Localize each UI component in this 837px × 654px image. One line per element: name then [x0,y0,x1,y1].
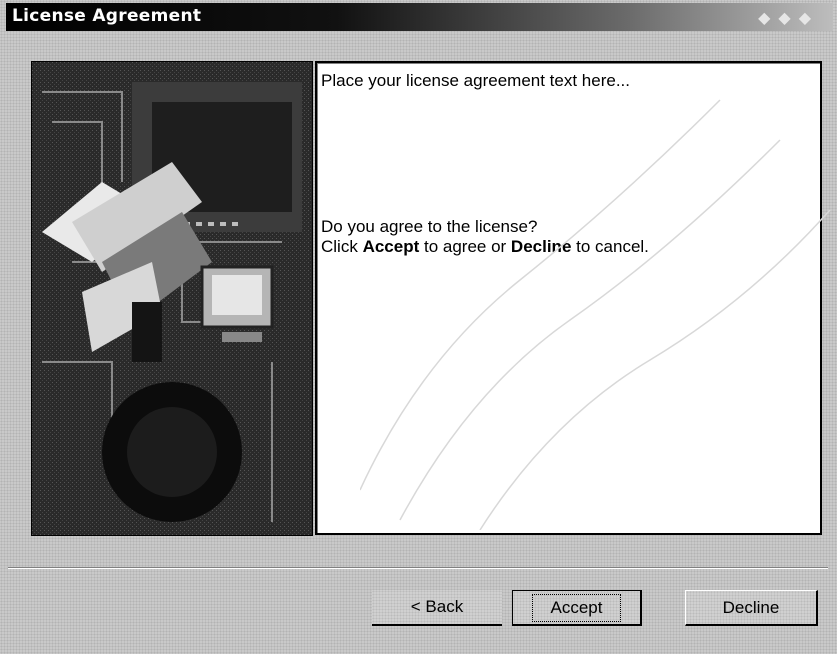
back-button[interactable]: < Back [372,590,502,626]
license-instruction: Click Accept to agree or Decline to canc… [321,237,649,256]
button-divider [8,567,828,569]
decline-emphasis: Decline [510,237,572,256]
accept-button-label: Accept [531,593,622,622]
wizard-side-image [31,61,313,536]
accept-emphasis: Accept [362,237,420,256]
decline-button[interactable]: Decline [685,590,818,626]
titlebar-decoration: ◆◆◆ [758,10,819,27]
license-question: Do you agree to the license? [321,217,538,236]
license-text-area[interactable]: Place your license agreement text here..… [315,61,822,535]
license-placeholder-text: Place your license agreement text here..… [321,71,630,90]
window-title: License Agreement [12,6,202,26]
title-bar[interactable]: License Agreement ◆◆◆ [6,3,833,31]
accept-button[interactable]: Accept [512,590,642,626]
